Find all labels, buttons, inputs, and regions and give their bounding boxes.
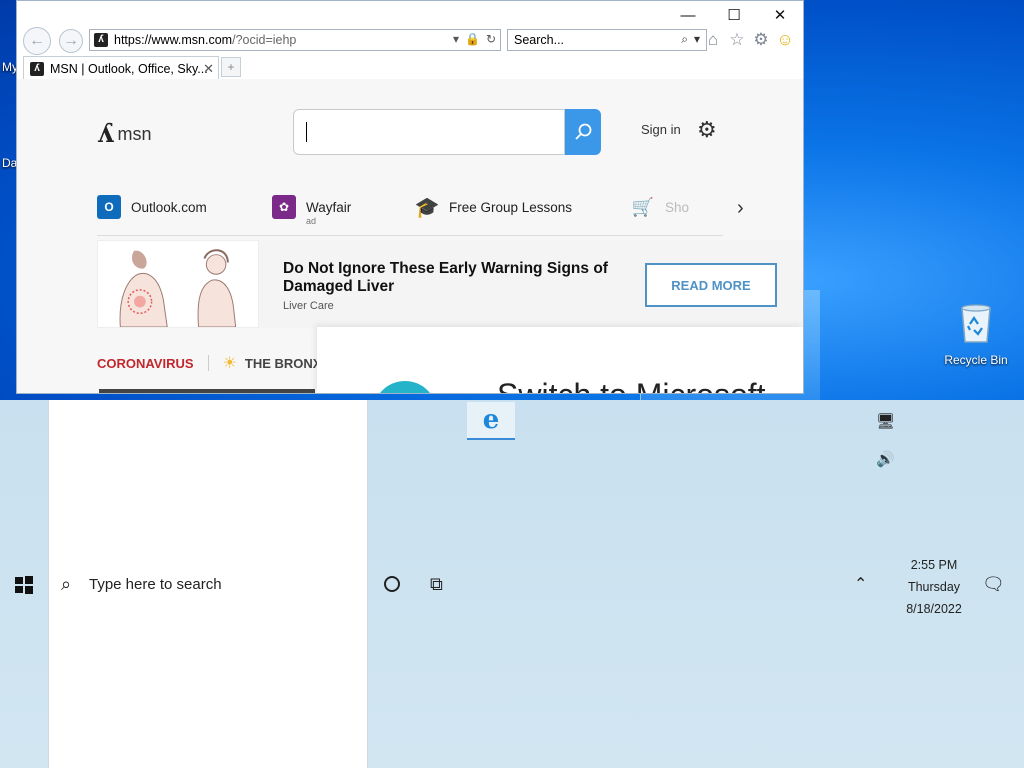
msn-tab-favicon-icon: ʎ — [30, 61, 44, 76]
ad-sponsor: Liver Care — [283, 300, 334, 312]
sun-icon: ☀ — [222, 355, 237, 372]
action-center-notification-icon[interactable]: 🗨 — [982, 574, 1005, 595]
recycle-bin-label: Recycle Bin — [944, 353, 1008, 367]
quicklink-wayfair[interactable]: ✿ Wayfair ad — [272, 195, 352, 226]
quicklink-free-group-lessons[interactable]: 🎓 Free Group Lessons — [414, 195, 573, 219]
forward-button[interactable]: → — [59, 29, 83, 53]
internet-explorer-window[interactable]: — ☐ ✕ ← → ʎ https://www.msn.com/?ocid=ie… — [16, 0, 804, 394]
cortana-circle-icon[interactable] — [384, 576, 400, 592]
quicklink-label: Wayfair — [306, 199, 352, 215]
volume-icon[interactable]: 🔊 — [876, 450, 895, 468]
minimize-button[interactable]: — — [665, 3, 711, 27]
chevron-right-icon[interactable]: › — [737, 197, 744, 220]
browser-search-placeholder: Search... — [514, 33, 565, 47]
promo-headline: Switch to Microsoft — [497, 377, 766, 393]
outlook-icon: O — [97, 195, 121, 219]
topic-bar: CORONAVIRUS ☀ THE BRONX — [97, 353, 321, 373]
recycle-bin-icon — [961, 304, 991, 343]
search-icon: ⌕ — [61, 574, 72, 594]
address-path: /?ocid=iehp — [232, 33, 297, 47]
system-clock[interactable]: 2:55 PM Thursday 8/18/2022 — [896, 554, 972, 620]
text-caret — [306, 122, 307, 142]
graduation-cap-icon: 🎓 — [414, 196, 440, 219]
search-icon — [575, 123, 592, 140]
tools-gear-icon[interactable]: ⚙ — [751, 30, 771, 50]
search-dropdown-icon[interactable]: ▾ — [694, 32, 700, 47]
refresh-icon[interactable]: ↻ — [486, 32, 496, 46]
msn-page: ʎ msn Sign in ⚙ O Outlook.com ✿ Wayfair … — [17, 79, 803, 393]
clock-day: Thursday — [907, 580, 961, 594]
lock-icon[interactable]: 🔒 — [465, 32, 480, 46]
address-dropdown-icon[interactable]: ▾ — [453, 32, 459, 46]
shopping-cart-icon: 🛒 — [631, 196, 655, 217]
quicklinks-bar: O Outlook.com ✿ Wayfair ad 🎓 Free Group … — [97, 195, 757, 235]
msn-favicon-icon: ʎ — [94, 33, 108, 47]
address-bar[interactable]: ʎ https://www.msn.com/?ocid=iehp ▾ 🔒 ↻ — [89, 29, 501, 51]
switch-promo-card[interactable]: Switch to Microsoft — [317, 327, 803, 393]
ad-marker: ad — [306, 216, 317, 226]
close-button[interactable]: ✕ — [757, 3, 803, 27]
msn-search-input[interactable] — [293, 109, 565, 155]
msn-butterfly-icon: ʎ — [97, 119, 114, 149]
sponsored-ad-card[interactable]: Do Not Ignore These Early Warning Signs … — [97, 240, 803, 328]
ad-headline[interactable]: Do Not Ignore These Early Warning Signs … — [283, 260, 633, 296]
quicklink-label: Free Group Lessons — [449, 199, 573, 215]
topic-separator — [207, 355, 209, 371]
news-thumbnail[interactable] — [99, 389, 315, 393]
browser-search-box[interactable]: Search... ⌕ ▾ — [507, 29, 707, 51]
wayfair-icon: ✿ — [272, 195, 296, 219]
tab-strip: ʎ MSN | Outlook, Office, Sky... ✕ + — [17, 55, 803, 80]
favorites-star-icon[interactable]: ☆ — [727, 30, 747, 50]
window-caption-bar[interactable]: — ☐ ✕ — [17, 1, 803, 27]
msn-search-button[interactable] — [565, 109, 601, 155]
taskbar: ⌕ Type here to search ⧉ e 🖥 🔊 ⌃ 2:55 PM … — [0, 400, 1024, 768]
promo-circle-icon — [373, 381, 437, 393]
taskbar-search-placeholder: Type here to search — [89, 576, 222, 593]
recycle-bin-shortcut[interactable]: Recycle Bin — [940, 300, 1012, 367]
desktop-background: My Da Recycle Bin — ☐ ✕ ← → ʎ https://ww… — [0, 0, 1024, 400]
quicklink-outlook[interactable]: O Outlook.com — [97, 195, 207, 219]
tab-msn[interactable]: ʎ MSN | Outlook, Office, Sky... ✕ — [23, 56, 219, 80]
quicklink-label: Sho — [665, 199, 690, 215]
new-tab-button[interactable]: + — [221, 57, 241, 77]
taskbar-search-box[interactable]: ⌕ Type here to search — [48, 400, 368, 768]
msn-logo-text: msn — [117, 123, 152, 144]
new-tab-icon: + — [227, 60, 235, 74]
maximize-button[interactable]: ☐ — [711, 3, 757, 27]
tab-close-icon[interactable]: ✕ — [203, 61, 214, 77]
topic-coronavirus[interactable]: CORONAVIRUS — [97, 356, 194, 371]
windows-start-icon[interactable] — [14, 575, 34, 595]
feedback-smiley-icon[interactable]: ☺ — [775, 30, 795, 50]
clock-date: 8/18/2022 — [906, 602, 962, 616]
ad-illustration-image — [97, 240, 259, 328]
internet-explorer-taskbar-icon[interactable]: e — [467, 402, 515, 440]
quicklink-label: Outlook.com — [131, 199, 207, 215]
tab-title: MSN | Outlook, Office, Sky... — [50, 61, 208, 76]
back-button[interactable]: ← — [23, 27, 51, 55]
settings-gear-icon[interactable]: ⚙ — [697, 117, 717, 143]
home-icon[interactable]: ⌂ — [703, 30, 723, 50]
quicklink-shopping[interactable]: 🛒 Sho — [631, 195, 689, 219]
read-more-button[interactable]: READ MORE — [645, 263, 777, 307]
show-hidden-icons-chevron-up-icon[interactable]: ⌃ — [854, 574, 867, 594]
network-icon[interactable]: 🖥 — [876, 412, 895, 430]
divider — [97, 235, 723, 236]
clock-time: 2:55 PM — [910, 558, 958, 572]
forward-arrow-icon: → — [63, 32, 79, 49]
back-arrow-icon: ← — [29, 32, 45, 49]
msn-logo[interactable]: ʎ msn — [97, 119, 152, 149]
sign-in-link[interactable]: Sign in — [641, 122, 681, 137]
topic-the-bronx[interactable]: THE BRONX — [245, 356, 322, 371]
task-view-icon[interactable]: ⧉ — [430, 574, 443, 595]
address-host: https://www.msn.com — [114, 33, 233, 47]
search-magnifier-icon[interactable]: ⌕ — [681, 32, 688, 47]
